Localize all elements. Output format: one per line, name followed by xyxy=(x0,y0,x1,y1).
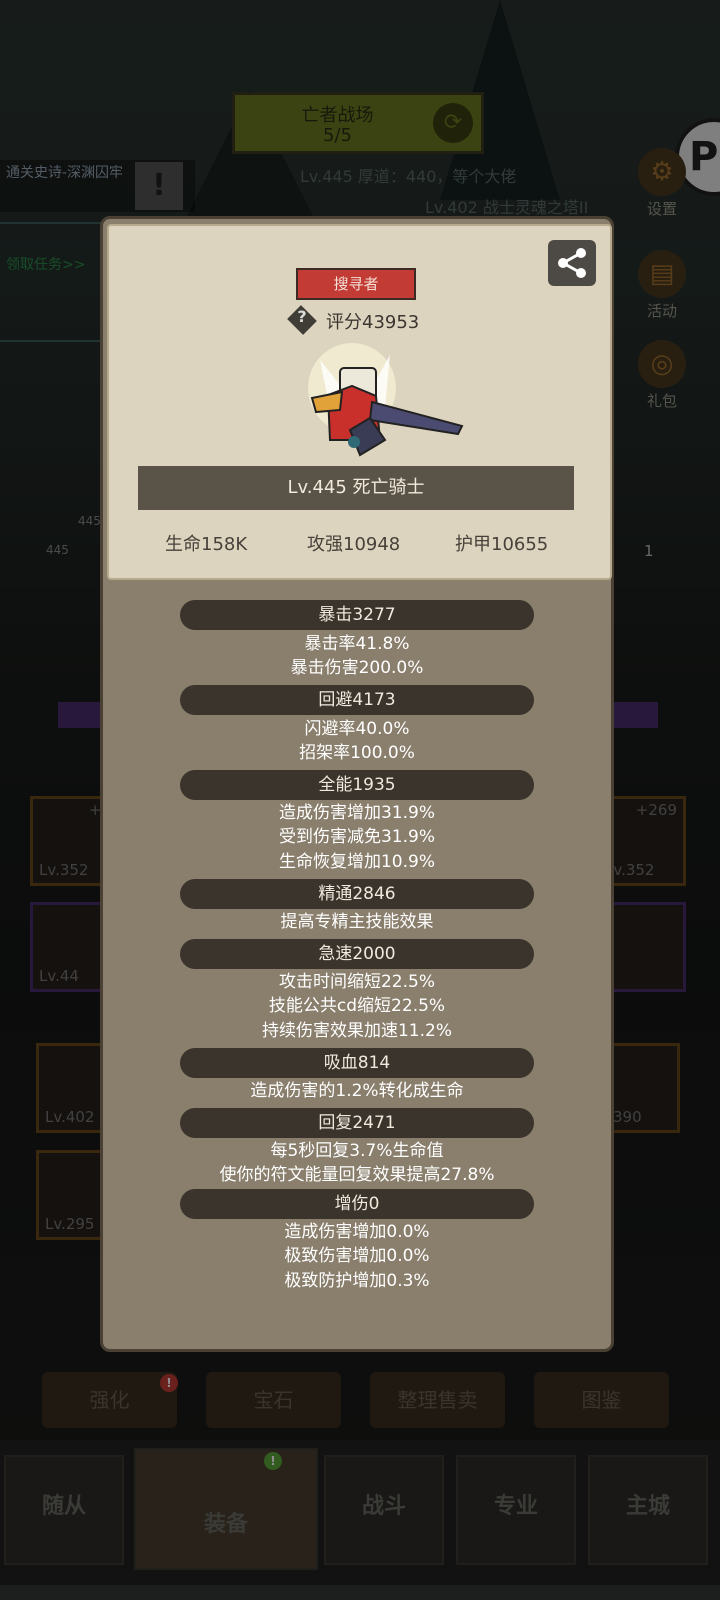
stat-line: 造成伤害增加0.0% xyxy=(284,1222,430,1242)
stat-line: 每5秒回复3.7%生命值 xyxy=(270,1141,444,1161)
stat-line: 提高专精主技能效果 xyxy=(280,912,434,932)
stat-armor: 护甲10655 xyxy=(455,534,549,555)
hero-class-tag: 搜寻者 xyxy=(296,268,416,300)
stat-line: 暴击率41.8% xyxy=(304,634,410,654)
stat-line: 使你的符文能量回复效果提高27.8% xyxy=(219,1165,495,1185)
stat-section-title: 回复2471 xyxy=(180,1108,534,1138)
stat-section-title: 全能1935 xyxy=(180,770,534,800)
stat-line: 技能公共cd缩短22.5% xyxy=(268,996,446,1016)
stat-line: 持续伤害效果加速11.2% xyxy=(261,1021,452,1041)
hero-portrait xyxy=(308,343,464,457)
stat-line: 造成伤害增加31.9% xyxy=(278,803,435,823)
stat-attack-power: 攻强10948 xyxy=(307,534,401,555)
stat-line: 暴击伤害200.0% xyxy=(290,658,424,678)
share-button[interactable] xyxy=(548,240,596,286)
stat-line: 极致伤害增加0.0% xyxy=(284,1246,430,1266)
stat-section-title: 急速2000 xyxy=(180,939,534,969)
stat-section-title: 暴击3277 xyxy=(180,600,534,630)
stat-section-title: 吸血814 xyxy=(180,1048,534,1078)
hero-name-bar: Lv.445 死亡骑士 xyxy=(138,466,574,510)
share-icon xyxy=(558,248,586,278)
stat-line: 攻击时间缩短22.5% xyxy=(278,972,435,992)
stat-line: 造成伤害的1.2%转化成生命 xyxy=(250,1081,464,1101)
stat-line: 受到伤害减免31.9% xyxy=(278,827,435,847)
stat-line: 生命恢复增加10.9% xyxy=(278,852,435,872)
stat-section-title: 精通2846 xyxy=(180,879,534,909)
stat-section-title: 回避4173 xyxy=(180,685,534,715)
hero-score: 评分43953 xyxy=(326,312,420,333)
stat-health: 生命158K xyxy=(165,534,248,555)
stat-line: 极致防护增加0.3% xyxy=(284,1271,430,1291)
stat-line: 闪避率40.0% xyxy=(304,719,410,739)
stat-section-title: 增伤0 xyxy=(180,1189,534,1219)
score-help-glyph: ? xyxy=(297,307,307,326)
stat-line: 招架率100.0% xyxy=(299,743,415,763)
